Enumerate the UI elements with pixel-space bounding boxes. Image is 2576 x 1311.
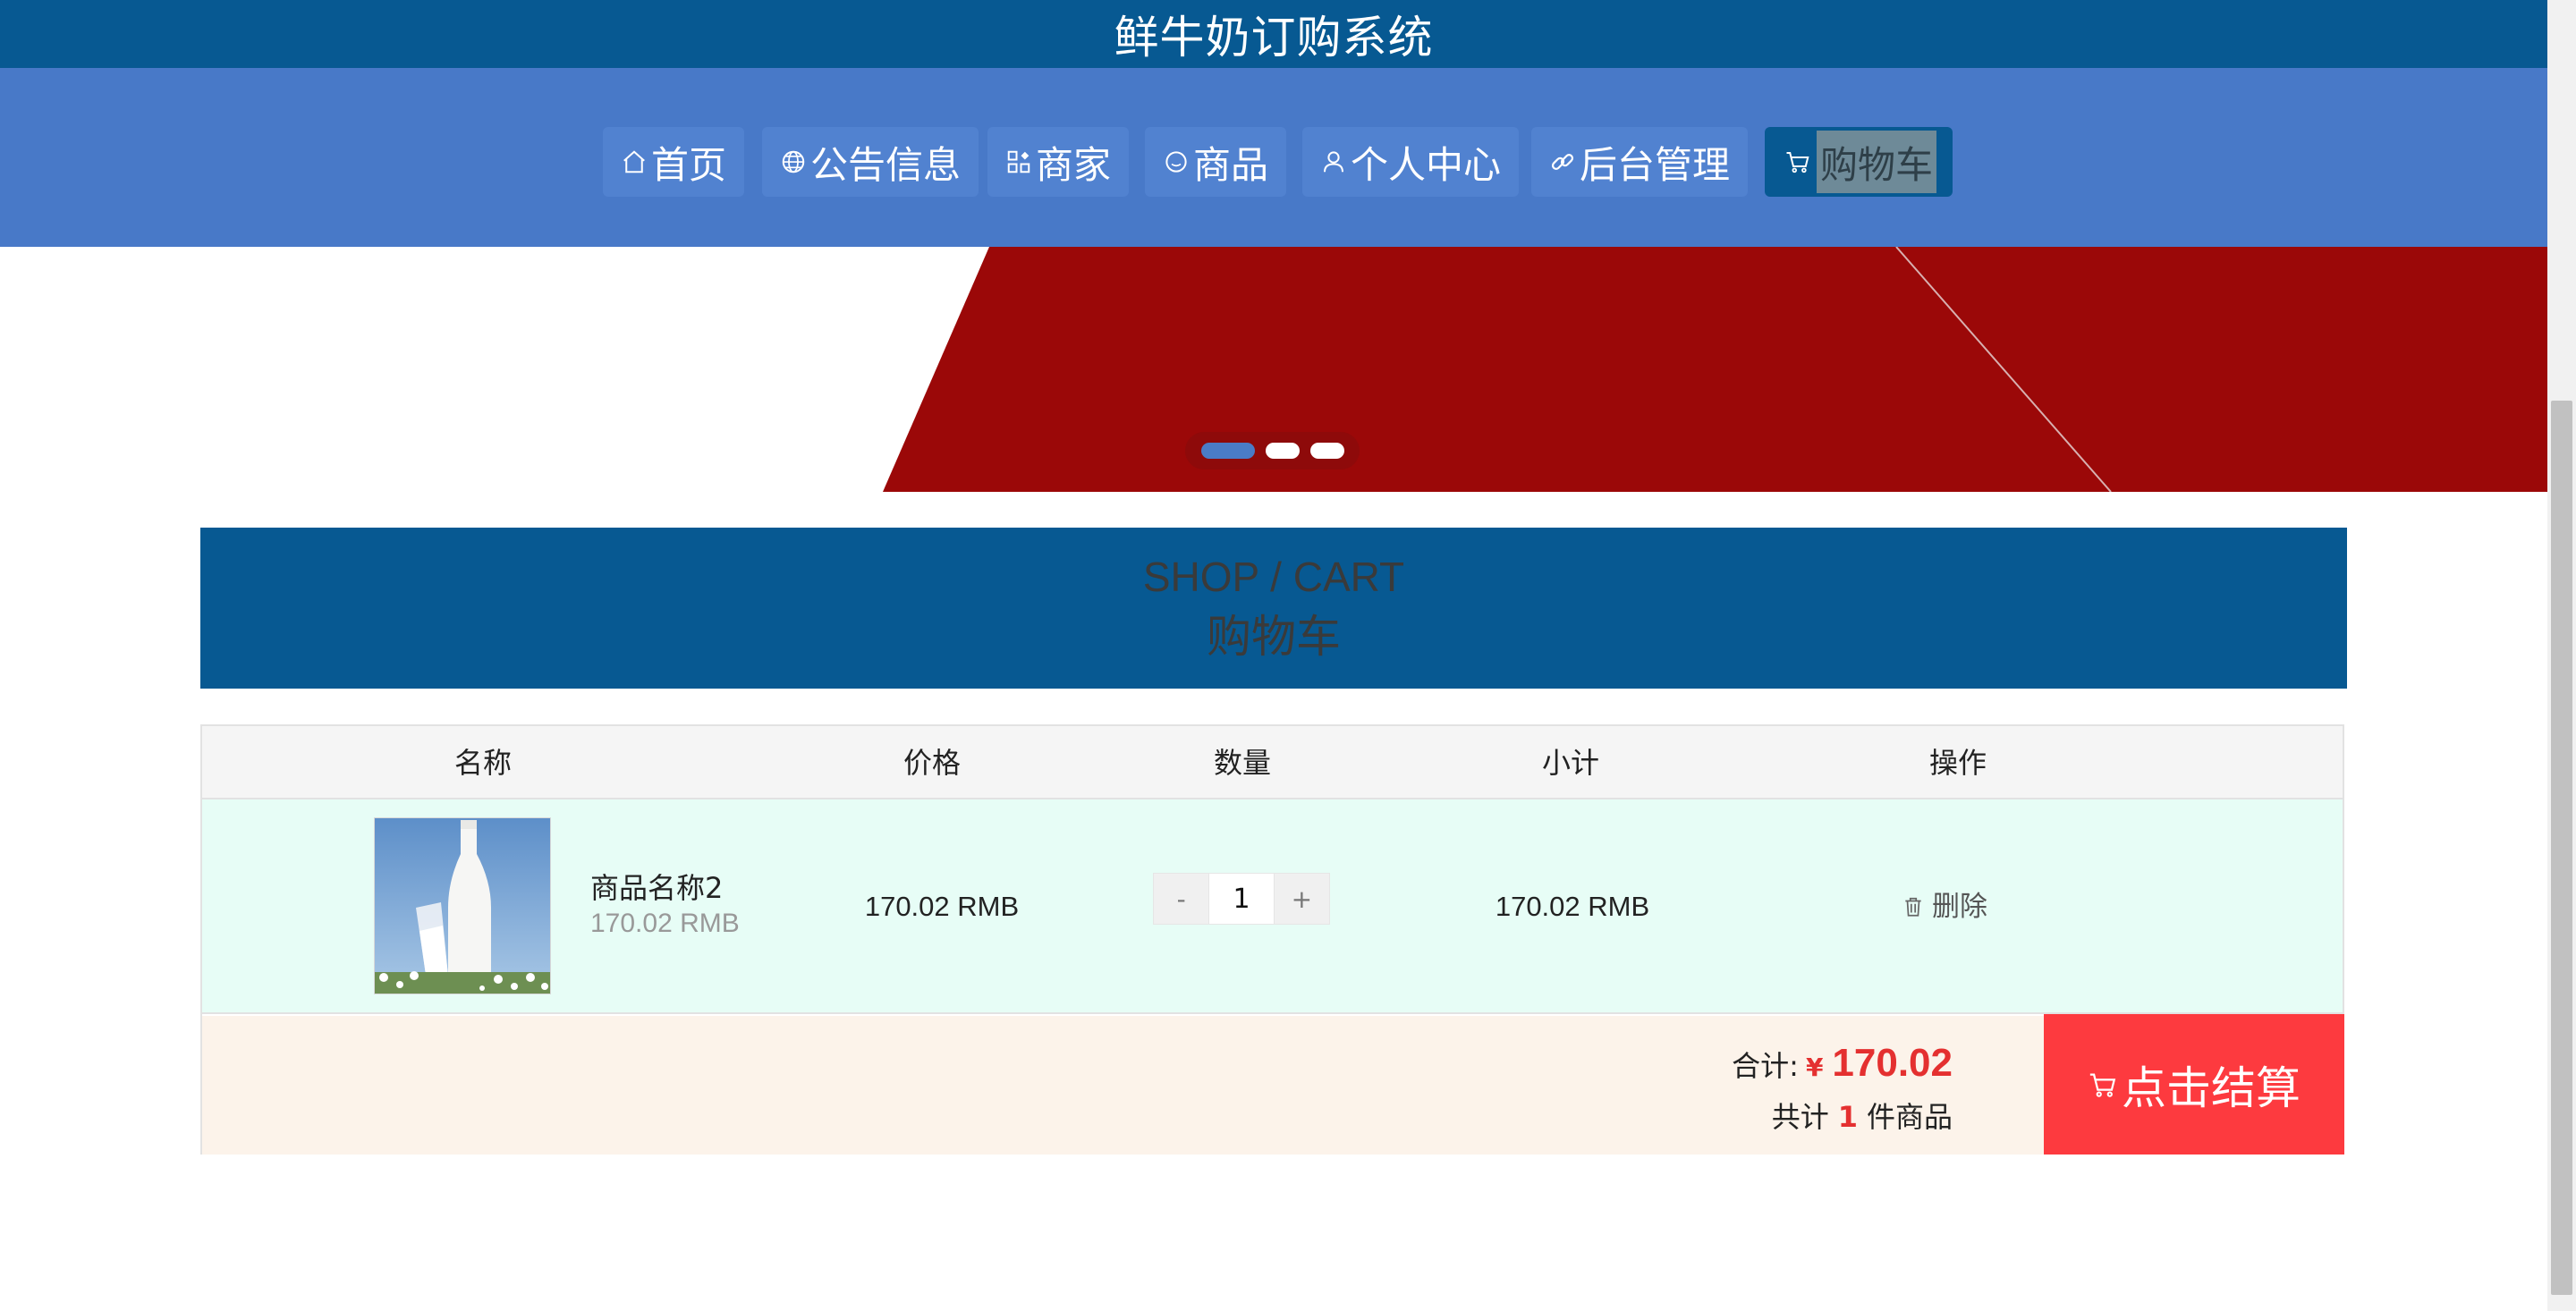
site-title: 鲜牛奶订购系统 [1114, 12, 1434, 63]
section-header: SHOP / CART 购物车 [200, 528, 2347, 689]
section-title-en: SHOP / CART [1142, 554, 1405, 600]
cart-total: 合计: ¥ 170.02 [1732, 1041, 1953, 1086]
product-unit-price: 170.02 RMB [590, 909, 740, 938]
product-thumbnail[interactable] [374, 817, 551, 994]
globe-icon [782, 150, 805, 173]
checkout-label: 点击结算 [2122, 1061, 2301, 1114]
item-subtotal: 170.02 RMB [1495, 891, 1650, 922]
col-header-price: 价格 [902, 746, 962, 780]
nav-label: 个人中心 [1351, 142, 1502, 187]
nav-label: 首页 [651, 142, 727, 187]
nav-label: 商家 [1036, 142, 1112, 187]
cart-icon [1786, 152, 1809, 173]
decrement-button[interactable]: - [1154, 874, 1209, 924]
delete-button[interactable]: 删除 [1902, 799, 1987, 1014]
nav-item-products[interactable]: 商品 [1145, 127, 1287, 197]
total-label: 合计: [1732, 1049, 1799, 1083]
page-scrollbar[interactable] [2547, 0, 2576, 1311]
count-suffix: 件商品 [1866, 1100, 1953, 1134]
nav-item-announcements[interactable]: 公告信息 [762, 127, 979, 197]
count-number: 1 [1837, 1100, 1858, 1134]
quantity-stepper: - 1 + [1153, 873, 1330, 925]
nav-item-admin[interactable]: 后台管理 [1531, 127, 1749, 197]
quantity-input[interactable]: 1 [1208, 874, 1275, 924]
home-icon [623, 150, 645, 173]
increment-button[interactable]: + [1274, 874, 1330, 924]
cart-footer: 合计: ¥ 170.02 共计 1 件商品 点击结算 [202, 1014, 2344, 1155]
cart-table: 名称 价格 数量 小计 操作 商品名称2 170.02 RMB 170.02 R… [200, 724, 2344, 1155]
section-title-cn: 购物车 [1207, 611, 1341, 663]
nav-label: 商品 [1193, 142, 1269, 187]
cart-icon [2089, 1073, 2116, 1097]
banner-carousel [0, 247, 2547, 492]
link-icon [1551, 154, 1574, 170]
user-icon [1324, 151, 1343, 173]
carousel-dot-3[interactable] [1309, 443, 1344, 459]
col-header-action: 操作 [1928, 746, 1987, 780]
circle-icon [1165, 151, 1187, 173]
nav-item-home[interactable]: 首页 [603, 127, 745, 197]
count-prefix: 共计 [1771, 1100, 1829, 1134]
total-amount: 170.02 [1832, 1041, 1953, 1085]
carousel-indicators [1185, 432, 1360, 469]
milk-bottle-image [375, 818, 550, 994]
col-header-name: 名称 [453, 746, 513, 780]
nav-label: 公告信息 [810, 142, 962, 187]
delete-label: 删除 [1932, 891, 1987, 923]
nav-item-cart[interactable]: 购物车 [1765, 127, 1953, 197]
item-count: 共计 1 件商品 [1772, 1095, 1953, 1136]
main-nav: 首页 公告信息 商家 商品 个人中心 后台管理 购物车 [0, 68, 2547, 247]
carousel-dot-1[interactable] [1200, 443, 1255, 459]
col-header-subtotal: 小计 [1541, 746, 1600, 780]
product-name[interactable]: 商品名称2 [590, 866, 723, 907]
grid-icon [1007, 150, 1030, 173]
item-price: 170.02 RMB [864, 891, 1020, 922]
scrollbar-thumb[interactable] [2551, 401, 2572, 1295]
cart-item-row: 商品名称2 170.02 RMB 170.02 RMB - 1 + 170.02… [202, 799, 2343, 1014]
nav-label: 购物车 [1817, 131, 1937, 193]
col-header-quantity: 数量 [1213, 746, 1272, 780]
cart-table-header: 名称 价格 数量 小计 操作 [202, 726, 2343, 799]
checkout-button[interactable]: 点击结算 [2044, 1014, 2344, 1155]
carousel-dot-2[interactable] [1265, 443, 1300, 459]
nav-item-profile[interactable]: 个人中心 [1302, 127, 1520, 197]
nav-label: 后台管理 [1580, 142, 1731, 187]
site-title-bar: 鲜牛奶订购系统 [0, 0, 2547, 68]
nav-item-merchants[interactable]: 商家 [987, 127, 1130, 197]
currency-symbol: ¥ [1805, 1053, 1824, 1082]
trash-icon [1905, 897, 1921, 917]
